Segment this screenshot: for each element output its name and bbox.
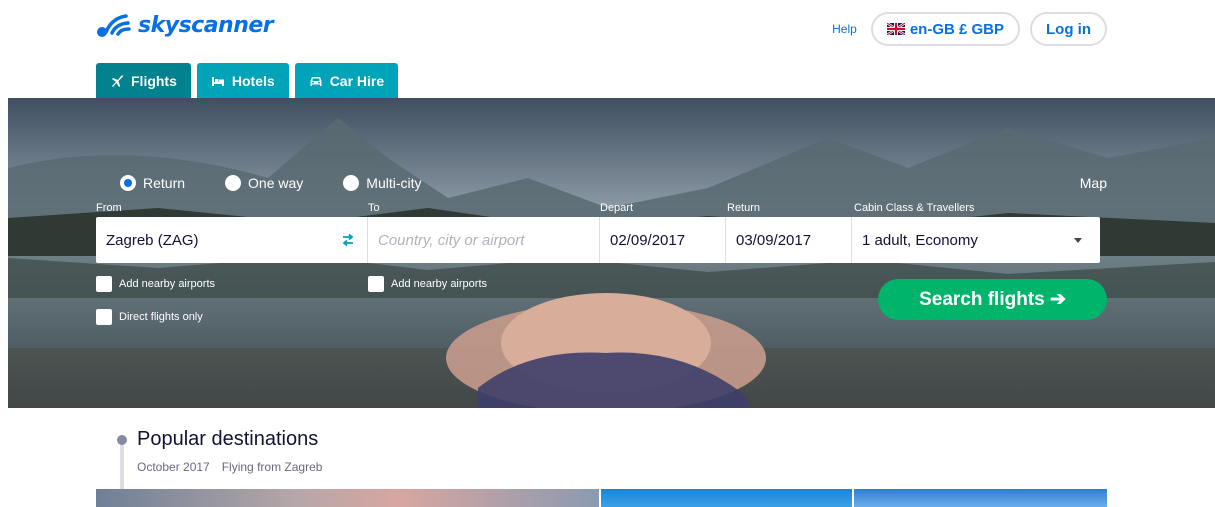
search-form: Zagreb (ZAG) Country, city or airport 02… — [96, 217, 1100, 263]
search-button-label: Search flights ➔ — [919, 289, 1066, 310]
skyscanner-logo[interactable]: skyscanner — [96, 12, 274, 38]
popular-destinations-subtitle: October 2017 Flying from Zagreb — [137, 460, 322, 474]
nearby-to-checkbox[interactable]: Add nearby airports — [368, 276, 487, 292]
destination-cards — [96, 489, 1107, 507]
destination-card[interactable] — [96, 489, 599, 507]
skyscanner-sunrise-icon — [97, 14, 131, 37]
locale-label: en-GB £ GBP — [909, 20, 1004, 38]
radio-label: One way — [248, 175, 304, 191]
bed-icon — [211, 76, 224, 86]
login-button[interactable]: Log in — [1030, 12, 1107, 46]
swap-icon[interactable] — [341, 233, 355, 247]
timeline-dot — [117, 435, 127, 445]
depart-value: 02/09/2017 — [610, 231, 686, 249]
to-field[interactable]: Country, city or airport — [368, 217, 600, 263]
radio-selected-icon — [120, 175, 136, 191]
from-field[interactable]: Zagreb (ZAG) — [96, 217, 368, 263]
destination-card[interactable] — [601, 489, 852, 507]
to-label: To — [368, 202, 380, 214]
checkbox-label: Direct flights only — [119, 311, 203, 323]
checkbox-box[interactable] — [96, 309, 112, 325]
checkbox-box[interactable] — [368, 276, 384, 292]
radio-label: Return — [143, 175, 186, 191]
map-link[interactable]: Map — [1080, 175, 1107, 191]
radio-return[interactable]: Return — [120, 175, 185, 191]
search-hero: Return One way Multi-city Map From To De… — [8, 98, 1215, 408]
radio-multi-city[interactable]: Multi-city — [343, 175, 422, 191]
checkbox-label: Add nearby airports — [119, 278, 215, 290]
login-label: Log in — [1046, 20, 1091, 38]
depart-label: Depart — [600, 202, 634, 214]
radio-unselected-icon — [343, 175, 360, 191]
vertical-tabs: Flights Hotels Car Hire — [96, 63, 399, 98]
return-date-field[interactable]: 03/09/2017 — [726, 217, 852, 263]
radio-one-way[interactable]: One way — [225, 175, 303, 191]
radio-label: Multi-city — [366, 175, 422, 191]
tab-label: Flights — [131, 72, 177, 89]
checkbox-label: Add nearby airports — [391, 278, 487, 290]
locale-currency-button[interactable]: en-GB £ GBP — [870, 12, 1020, 46]
tab-label: Hotels — [231, 72, 275, 89]
tab-label: Car Hire — [329, 72, 385, 89]
header-actions: Help en-GB £ GBP Log in — [832, 12, 1107, 46]
plane-icon — [112, 74, 124, 87]
from-label: From — [96, 202, 122, 214]
nearby-from-checkbox[interactable]: Add nearby airports — [96, 276, 215, 292]
popular-month: October 2017 — [137, 460, 210, 474]
tab-flights[interactable]: Flights — [96, 63, 191, 98]
return-value: 03/09/2017 — [736, 231, 812, 249]
help-link[interactable]: Help — [832, 22, 857, 36]
cabin-value: 1 adult, Economy — [862, 231, 978, 249]
uk-flag-icon — [886, 23, 905, 35]
radio-unselected-icon — [225, 175, 242, 191]
popular-origin: Flying from Zagreb — [221, 460, 323, 474]
search-flights-button[interactable]: Search flights ➔ — [878, 279, 1107, 320]
chevron-down-icon — [1074, 238, 1082, 243]
car-icon — [310, 76, 322, 86]
destination-card[interactable] — [854, 489, 1107, 507]
cabin-label: Cabin Class & Travellers — [854, 202, 975, 214]
direct-flights-checkbox[interactable]: Direct flights only — [96, 309, 203, 325]
trip-type-selector: Return One way Multi-city — [120, 175, 422, 191]
return-label: Return — [727, 202, 761, 214]
tab-hotels[interactable]: Hotels — [196, 63, 289, 98]
brand-name: skyscanner — [138, 12, 274, 38]
tab-car-hire[interactable]: Car Hire — [294, 63, 399, 98]
cabin-travellers-select[interactable]: 1 adult, Economy — [852, 217, 1100, 263]
popular-destinations-title: Popular destinations — [137, 428, 319, 450]
depart-date-field[interactable]: 02/09/2017 — [600, 217, 726, 263]
checkbox-box[interactable] — [96, 276, 112, 292]
to-placeholder: Country, city or airport — [378, 231, 525, 249]
from-value: Zagreb (ZAG) — [106, 231, 199, 249]
